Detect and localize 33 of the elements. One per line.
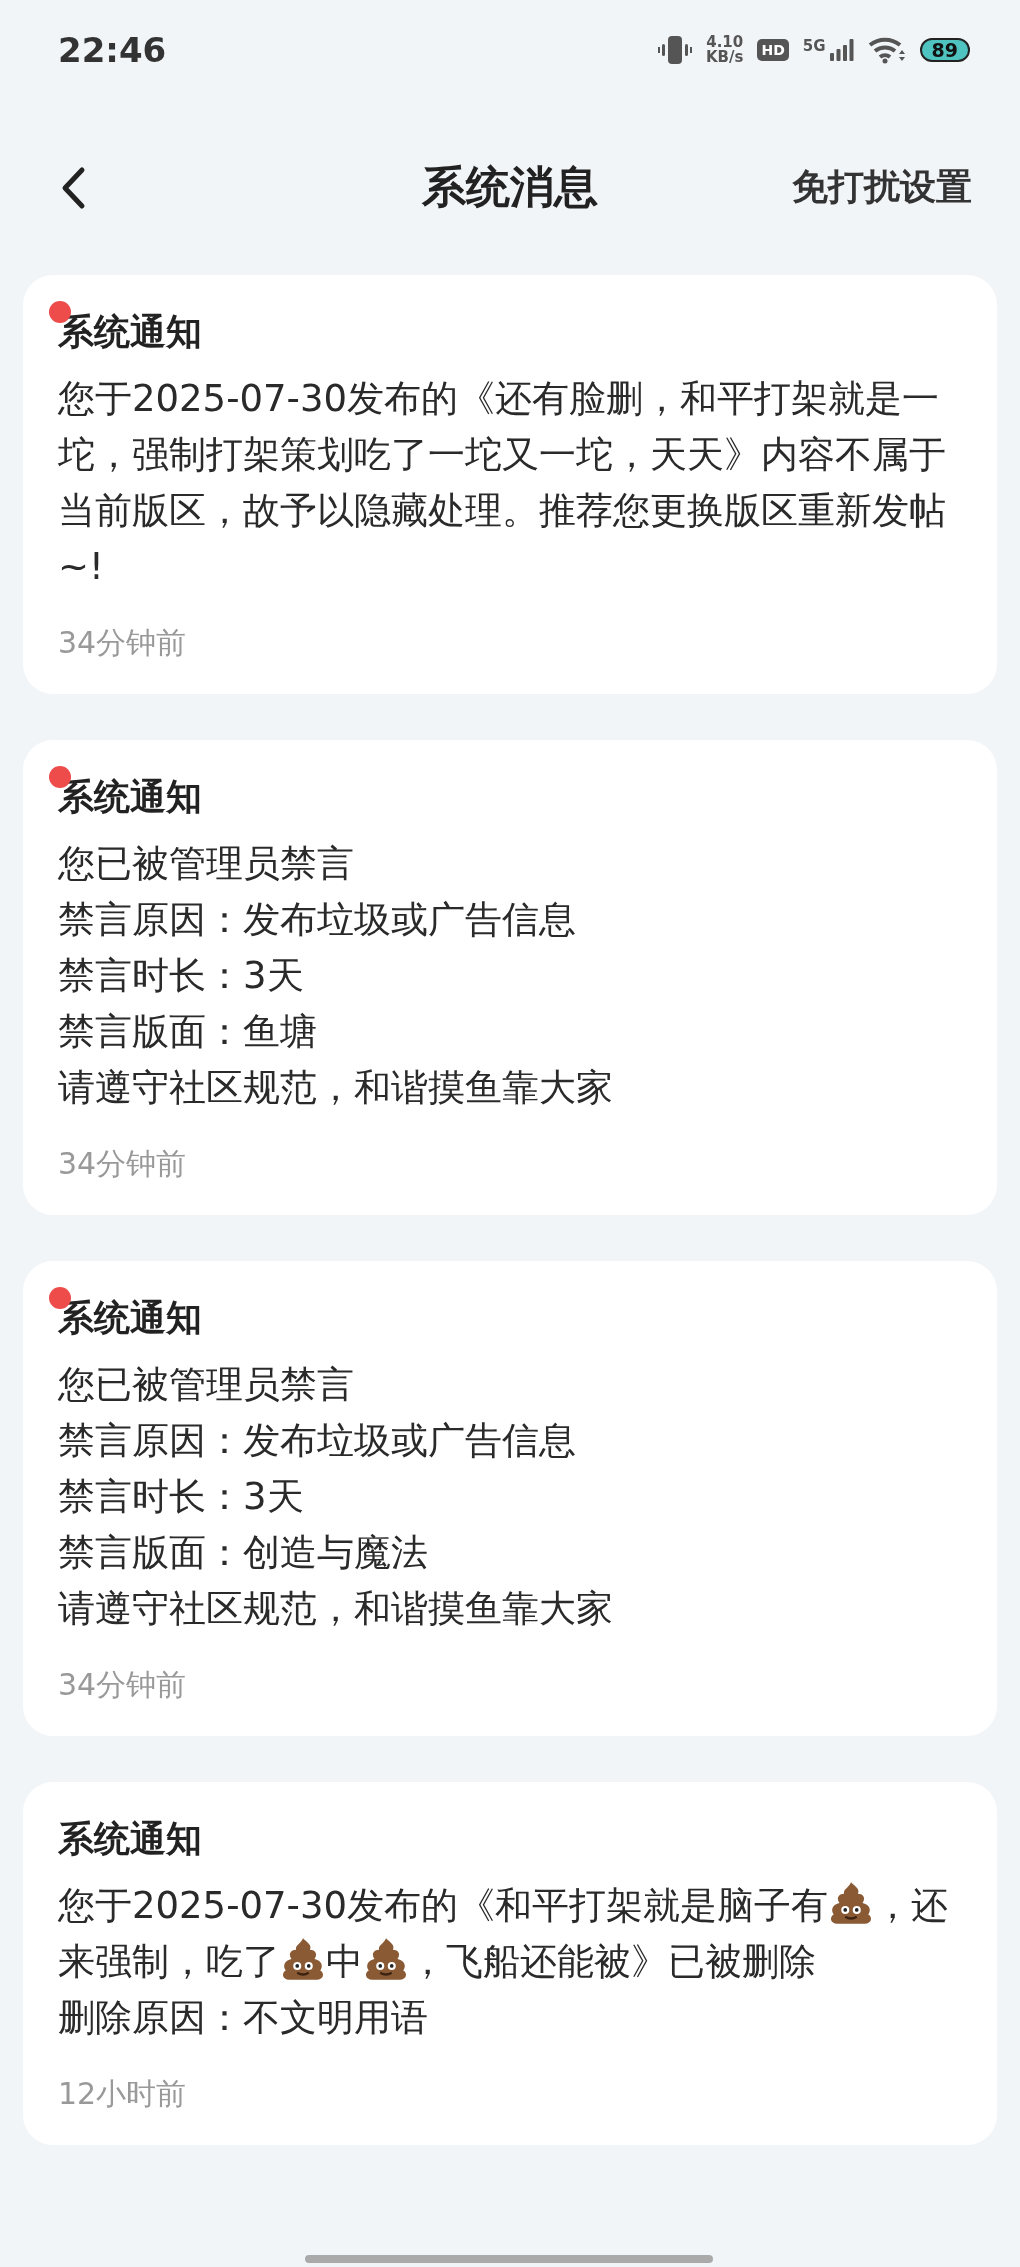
battery-level: 89 <box>919 38 970 62</box>
signal-icon <box>829 39 854 61</box>
message-text: 禁言时长：3天 <box>58 953 305 999</box>
message-title: 系统通知 <box>58 775 203 819</box>
vibrate-icon <box>658 35 692 65</box>
page-title: 系统消息 <box>422 160 598 214</box>
network-type: 5G <box>802 37 826 55</box>
poop-emoji-icon <box>280 1936 326 1982</box>
poop-emoji-icon <box>363 1936 409 1982</box>
message-text: 禁言原因：发布垃圾或广告信息 <box>58 1418 577 1464</box>
message-time: 34分钟前 <box>58 1145 188 1183</box>
message-text: 您于2025-07-30发布的《和平打架就是脑子有 ，还来强制，吃了 中 ，飞船还能被》已被删除 <box>58 1878 962 1990</box>
message-text: 禁言原因：发布垃圾或广告信息 <box>58 897 577 943</box>
network-speed: 4.10 KB/s <box>706 35 744 65</box>
message-text: 您已被管理员禁言 <box>58 841 355 887</box>
message-text: 删除原因：不文明用语 <box>58 1995 429 2041</box>
hd-badge: HD <box>757 39 789 61</box>
message-text: 您于2025-07-30发布的《还有脸删，和平打架就是一坨，强制打架策划吃了一坨又一坨，天天》内容不属于当前版区，故予以隐藏处理。推荐您更换版区重新发帖~! <box>58 376 947 590</box>
message-time: 34分钟前 <box>58 1666 188 1704</box>
message-text: 请遵守社区规范，和谐摸鱼靠大家 <box>58 1065 614 1111</box>
wifi-icon <box>867 36 906 64</box>
do-not-disturb-settings-link[interactable]: 免打扰设置 <box>792 163 972 212</box>
message-title: 系统通知 <box>58 310 203 354</box>
message-text: 您已被管理员禁言 <box>58 1362 355 1408</box>
message-text: 禁言时长：3天 <box>58 1474 305 1520</box>
message-text: 禁言版面：鱼塘 <box>58 1009 318 1055</box>
status-time: 22:46 <box>58 30 167 70</box>
message-text: 请遵守社区规范，和谐摸鱼靠大家 <box>58 1586 614 1632</box>
message-title: 系统通知 <box>58 1817 203 1861</box>
message-text: 禁言版面：创造与魔法 <box>58 1530 429 1576</box>
message-time: 34分钟前 <box>58 624 188 662</box>
message-title: 系统通知 <box>58 1296 203 1340</box>
message-time: 12小时前 <box>58 2075 188 2113</box>
